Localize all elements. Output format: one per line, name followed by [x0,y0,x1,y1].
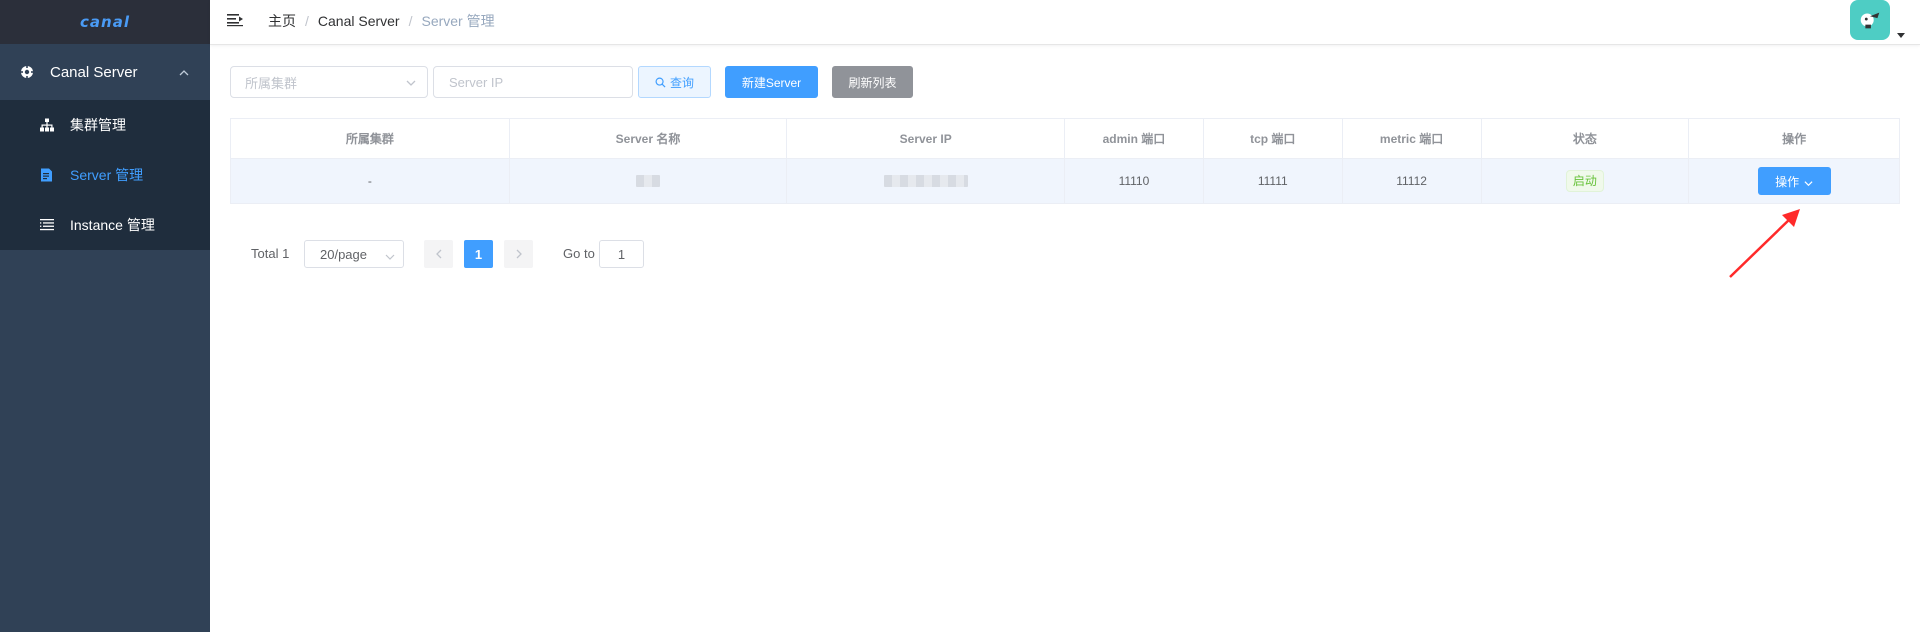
column-header: Server IP [787,119,1066,158]
sidebar: canal Canal Server 集群管理 Server 管理 Instan… [0,0,210,632]
column-header: admin 端口 [1065,119,1204,158]
chevron-down-icon [1804,177,1813,186]
menu-toggle-icon[interactable] [227,12,243,28]
redacted-value [636,175,660,187]
redacted-value [883,175,968,187]
logo-bar[interactable]: canal [0,0,210,44]
query-button[interactable]: 查询 [638,66,711,98]
cluster-icon [40,118,54,132]
next-page-button[interactable] [504,240,533,268]
sidebar-item-label: Server 管理 [70,167,144,183]
search-icon [655,77,666,88]
server-table: 所属集群 Server 名称 Server IP admin 端口 tcp 端口… [230,118,1900,204]
caret-down-icon[interactable] [1897,26,1905,38]
cluster-select[interactable]: 所属集群 [230,66,428,98]
sidebar-submenu: 集群管理 Server 管理 Instance 管理 [0,100,210,250]
logo: canal [80,13,130,31]
page-size-select[interactable]: 20/page [304,240,404,268]
list-icon [40,218,54,232]
chevron-up-icon [178,66,190,78]
prev-page-button[interactable] [424,240,453,268]
cell-tcp-port: 11111 [1204,159,1343,203]
cell-actions: 操作 [1689,159,1899,203]
pagination-total: Total 1 [251,246,290,261]
goto-page-input[interactable] [599,240,644,268]
column-header: Server 名称 [510,119,788,158]
cell-server-ip [787,159,1066,203]
chevron-down-icon [385,250,395,260]
header: 主页 / Canal Server / Server 管理 [210,0,1920,45]
chevron-down-icon [405,77,417,89]
column-header: metric 端口 [1343,119,1482,158]
operation-button-label: 操作 [1775,174,1800,189]
breadcrumb-canal-server[interactable]: Canal Server [318,13,400,29]
table-header-row: 所属集群 Server 名称 Server IP admin 端口 tcp 端口… [231,119,1899,159]
status-badge: 启动 [1565,170,1604,192]
column-header: 操作 [1782,132,1807,146]
breadcrumb-separator: / [305,13,309,29]
sidebar-item-instance[interactable]: Instance 管理 [0,200,210,250]
cell-status: 启动 [1482,159,1690,203]
breadcrumb-home[interactable]: 主页 [268,11,296,31]
breadcrumb-current: Server 管理 [421,13,495,29]
document-icon [40,168,54,182]
refresh-list-button[interactable]: 刷新列表 [832,66,913,98]
cluster-select-placeholder: 所属集群 [245,75,298,91]
new-server-button[interactable]: 新建Server [725,66,818,98]
sidebar-item-server[interactable]: Server 管理 [0,150,210,200]
avatar[interactable] [1850,0,1890,40]
table-row[interactable]: - 11110 11111 11112 启动 操作 [231,159,1899,203]
breadcrumb-separator: / [408,13,413,29]
column-header: 状态 [1482,119,1690,158]
target-icon [20,65,34,79]
chevron-right-icon [516,249,522,259]
sidebar-item-cluster[interactable]: 集群管理 [0,100,210,150]
annotation-arrow-icon [1729,209,1800,278]
column-header: 所属集群 [231,119,510,158]
server-ip-input[interactable] [433,66,633,98]
avatar-image-icon [1860,12,1880,29]
cell-admin-port: 11110 [1065,159,1204,203]
sidebar-group-label: Canal Server [50,63,138,81]
page-number-current[interactable]: 1 [464,240,493,268]
column-header: tcp 端口 [1204,119,1343,158]
sidebar-item-label: 集群管理 [70,117,126,133]
cell-cluster: - [231,159,510,203]
page-size-value: 20/page [320,246,367,262]
operation-dropdown-button[interactable]: 操作 [1757,167,1831,195]
cell-metric-port: 11112 [1343,159,1482,203]
sidebar-group-canal-server[interactable]: Canal Server [0,44,210,100]
cell-server-name [510,159,788,203]
goto-label: Go to [563,246,595,261]
breadcrumb: 主页 / Canal Server / Server 管理 [268,11,495,31]
chevron-left-icon [435,249,441,259]
sidebar-item-label: Instance 管理 [70,217,155,233]
query-button-label: 查询 [669,75,694,90]
